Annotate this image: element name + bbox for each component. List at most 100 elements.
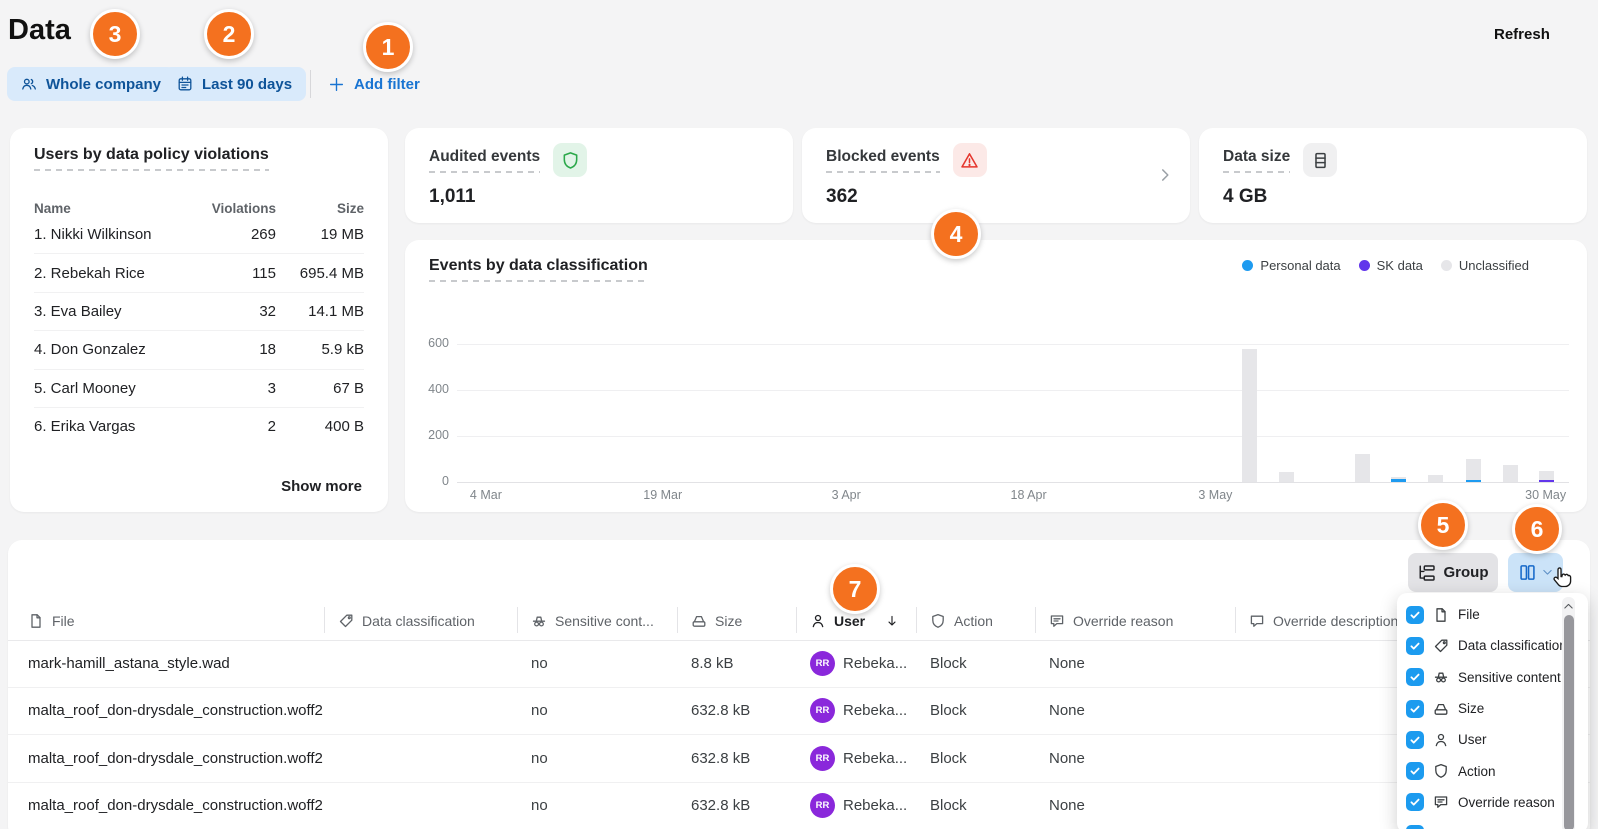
checkbox-checked[interactable] xyxy=(1406,731,1424,749)
violations-row[interactable]: 4. Don Gonzalez185.9 kB xyxy=(34,331,364,369)
columns-menu-item-action[interactable]: Action xyxy=(1397,755,1588,786)
legend-item-unclassified[interactable]: Unclassified xyxy=(1441,258,1529,273)
scope-filter-chip[interactable]: Whole company xyxy=(7,67,175,101)
bar-segment-unclassified xyxy=(1279,472,1294,482)
cell-user: RRRebeka... xyxy=(796,688,916,735)
violations-row[interactable]: 2. Rebekah Rice115695.4 MB xyxy=(34,254,364,292)
blocked-events-card: Blocked events 362 xyxy=(802,128,1190,223)
x-axis-label: 3 May xyxy=(1198,488,1232,502)
violations-row[interactable]: 3. Eva Bailey3214.1 MB xyxy=(34,293,364,331)
scroll-up-icon[interactable] xyxy=(1562,599,1575,613)
cell-cls xyxy=(324,735,517,782)
chevron-right-icon[interactable] xyxy=(1156,166,1174,184)
checkbox-checked[interactable] xyxy=(1406,606,1424,624)
table-header-row: FileData classificationSensitive cont...… xyxy=(8,601,1590,641)
page-title: Data xyxy=(8,14,71,47)
audited-events-value: 1,011 xyxy=(429,186,476,208)
blocked-events-title: Blocked events xyxy=(826,148,940,173)
chart-bar xyxy=(1428,475,1443,482)
violations-col-name: Name xyxy=(34,201,190,216)
add-filter-button[interactable]: Add filter xyxy=(328,67,420,101)
columns-menu-item-file[interactable]: File xyxy=(1397,599,1588,630)
check-icon xyxy=(1409,703,1421,715)
x-axis-label: 4 Mar xyxy=(470,488,502,502)
cell-reason: None xyxy=(1035,640,1235,687)
violations-row[interactable]: 6. Erika Vargas2400 B xyxy=(34,408,364,445)
gridline xyxy=(457,390,1569,391)
cell-size: 8.8 kB xyxy=(677,640,796,687)
warning-icon xyxy=(960,151,979,170)
table-icon xyxy=(1311,151,1330,170)
columns-menu-item-size[interactable]: Size xyxy=(1397,693,1588,724)
file-icon xyxy=(28,613,44,629)
column-header-size[interactable]: Size xyxy=(677,601,796,640)
table-row[interactable]: mark-hamill_astana_style.wadno8.8 kBRRRe… xyxy=(8,640,1590,688)
columns-menu-item-override-reason[interactable]: Override reason xyxy=(1397,787,1588,818)
chat-icon xyxy=(1249,613,1265,629)
legend-dot xyxy=(1359,260,1370,271)
group-icon xyxy=(1418,564,1436,582)
checkbox-checked[interactable] xyxy=(1406,668,1424,686)
column-header-data-classification[interactable]: Data classification xyxy=(324,601,517,640)
violations-row[interactable]: 1. Nikki Wilkinson26919 MB xyxy=(34,216,364,254)
period-filter-chip[interactable]: Last 90 days xyxy=(163,67,306,101)
avatar: RR xyxy=(810,746,835,771)
cell-sens: no xyxy=(517,783,677,829)
legend-item-personal[interactable]: Personal data xyxy=(1242,258,1340,273)
drive-icon xyxy=(1433,701,1449,717)
cell-file: malta_roof_don-drysdale_construction.wof… xyxy=(8,688,324,735)
checkbox-checked[interactable] xyxy=(1406,793,1424,811)
checkbox-checked[interactable] xyxy=(1406,700,1424,718)
menu-scrollbar-thumb[interactable] xyxy=(1564,615,1574,829)
check-icon xyxy=(1409,765,1421,777)
data-security-dashboard: Data Refresh Whole company Last 90 days … xyxy=(0,0,1598,829)
column-header-file[interactable]: File xyxy=(8,601,324,640)
refresh-button[interactable]: Refresh xyxy=(1494,26,1550,43)
shield-icon xyxy=(930,613,946,629)
legend-dot xyxy=(1242,260,1253,271)
chart-plot-area xyxy=(457,344,1569,482)
violations-col-size: Size xyxy=(276,201,364,216)
events-table-card: Group FileData classificationSensitive c… xyxy=(8,540,1590,829)
events-chart-card: Events by data classification Personal d… xyxy=(405,240,1587,512)
group-button[interactable]: Group xyxy=(1408,553,1498,592)
cell-action: Block xyxy=(916,688,1035,735)
chart-bar xyxy=(1242,349,1257,482)
violations-row[interactable]: 5. Carl Mooney367 B xyxy=(34,370,364,408)
table-row[interactable]: malta_roof_don-drysdale_construction.wof… xyxy=(8,735,1590,783)
tag-icon xyxy=(338,613,354,629)
menu-scrollbar[interactable] xyxy=(1562,597,1575,829)
annotation-badge-6: 6 xyxy=(1512,504,1562,554)
user-name: Rebeka... xyxy=(843,655,907,672)
audited-events-card: Audited events 1,011 xyxy=(405,128,793,223)
sort-descending-icon xyxy=(885,614,899,628)
checkbox-checked[interactable] xyxy=(1406,637,1424,655)
columns-menu-item[interactable] xyxy=(1397,818,1588,829)
table-row[interactable]: malta_roof_don-drysdale_construction.wof… xyxy=(8,783,1590,829)
bar-segment-sk xyxy=(1539,480,1554,482)
column-header-sensitive-cont[interactable]: Sensitive cont... xyxy=(517,601,677,640)
cell-cls xyxy=(324,688,517,735)
chart-bar xyxy=(1355,454,1370,482)
columns-menu-item-data-classification[interactable]: Data classification xyxy=(1397,630,1588,661)
checkbox-checked[interactable] xyxy=(1406,825,1424,829)
legend-item-sk[interactable]: SK data xyxy=(1359,258,1423,273)
column-header-override-reason[interactable]: Override reason xyxy=(1035,601,1235,640)
column-header-action[interactable]: Action xyxy=(916,601,1035,640)
spy-icon xyxy=(1433,669,1449,685)
bar-segment-unclassified xyxy=(1466,459,1481,480)
columns-menu-item-user[interactable]: User xyxy=(1397,724,1588,755)
calendar-icon xyxy=(177,76,193,92)
warning-icon xyxy=(953,143,987,177)
chart-bar xyxy=(1391,477,1406,482)
checkbox-checked[interactable] xyxy=(1406,762,1424,780)
shield-icon xyxy=(1433,763,1449,779)
show-more-button[interactable]: Show more xyxy=(281,478,362,495)
cell-action: Block xyxy=(916,735,1035,782)
table-icon xyxy=(1303,143,1337,177)
table-row[interactable]: malta_roof_don-drysdale_construction.wof… xyxy=(8,688,1590,736)
columns-menu-item-sensitive-content[interactable]: Sensitive content xyxy=(1397,662,1588,693)
blocked-events-value: 362 xyxy=(826,186,858,208)
table-body: mark-hamill_astana_style.wadno8.8 kBRRRe… xyxy=(8,640,1590,829)
spy-icon xyxy=(531,613,547,629)
